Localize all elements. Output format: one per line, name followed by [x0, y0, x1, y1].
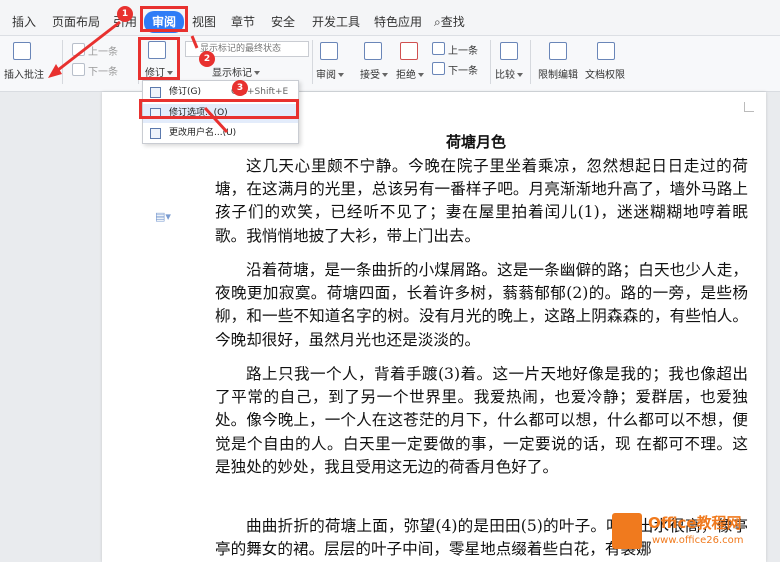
watermark-url: www.office26.com — [652, 535, 744, 546]
arrow-1 — [57, 20, 121, 72]
step-badge-3: 3 — [232, 80, 248, 96]
watermark-brand: Office教程网 — [648, 514, 742, 532]
watermark-logo: Office教程网 www.office26.com — [612, 509, 780, 556]
annotation-arrows — [48, 20, 229, 134]
office-logo-icon — [612, 513, 642, 549]
step-badge-2: 2 — [199, 51, 215, 67]
arrow-1-head — [48, 64, 62, 78]
arrow-2 — [190, 35, 199, 49]
step-badge-1: 1 — [117, 6, 133, 22]
arrow-3 — [203, 106, 229, 134]
